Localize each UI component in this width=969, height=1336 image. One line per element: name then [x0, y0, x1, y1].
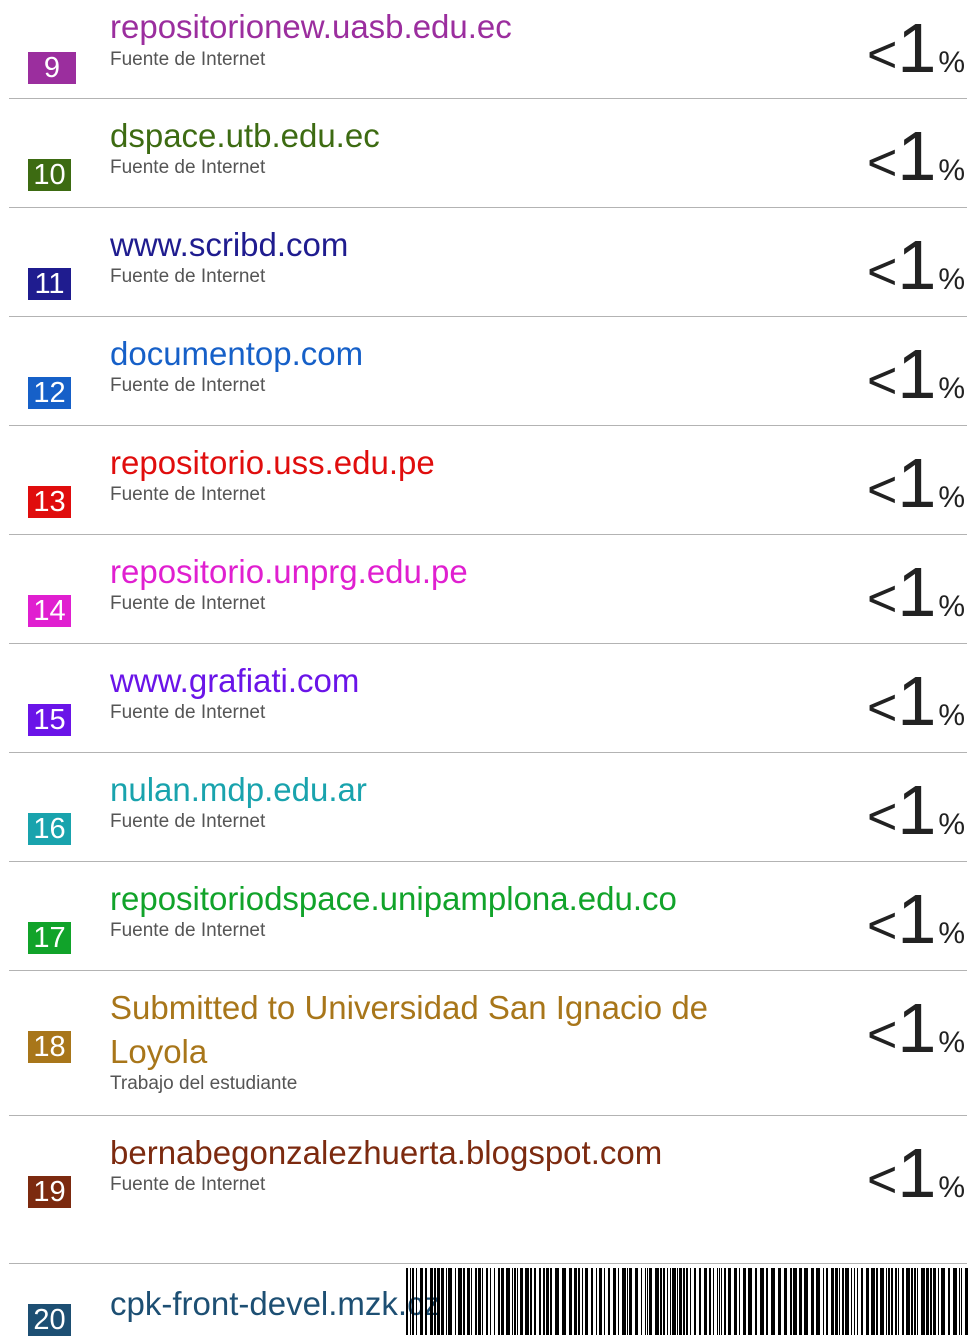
source-type: Fuente de Internet [110, 266, 266, 287]
less-than-sign: < [867, 788, 898, 846]
source-title[interactable]: nulan.mdp.edu.ar [110, 768, 367, 812]
source-number-badge: 13 [28, 486, 71, 518]
source-row: 17 repositoriodspace.unipamplona.edu.co Fu… [9, 862, 967, 971]
source-type: Fuente de Internet [110, 1174, 266, 1195]
percent-sign: % [938, 699, 965, 732]
source-number-badge: 18 [28, 1031, 71, 1063]
source-title[interactable]: www.scribd.com [110, 223, 348, 267]
source-number-badge: 19 [28, 1176, 71, 1208]
percentage-value: 1 [897, 335, 936, 413]
similarity-percentage: <1% [867, 1133, 965, 1213]
source-title[interactable]: repositorionew.uasb.edu.ec [110, 5, 512, 49]
similarity-percentage: <1% [867, 770, 965, 850]
percent-sign: % [938, 808, 965, 841]
less-than-sign: < [867, 352, 898, 410]
source-type: Fuente de Internet [110, 484, 266, 505]
percentage-value: 1 [897, 117, 936, 195]
source-row: 12 documentop.com Fuente de Internet <1% [9, 317, 967, 426]
percent-sign: % [938, 46, 965, 79]
source-number-badge: 10 [28, 159, 71, 191]
percentage-value: 1 [897, 989, 936, 1067]
source-number-badge: 11 [28, 268, 71, 300]
source-type: Fuente de Internet [110, 811, 266, 832]
similarity-percentage: <1% [867, 8, 965, 88]
source-row: 11 www.scribd.com Fuente de Internet <1% [9, 208, 967, 317]
source-type: Fuente de Internet [110, 702, 266, 723]
source-row: 16 nulan.mdp.edu.ar Fuente de Internet <1% [9, 753, 967, 862]
similarity-percentage: <1% [867, 116, 965, 196]
source-title[interactable]: documentop.com [110, 332, 363, 376]
less-than-sign: < [867, 679, 898, 737]
source-type: Fuente de Internet [110, 920, 266, 941]
percentage-value: 1 [897, 226, 936, 304]
source-type: Fuente de Internet [110, 49, 266, 70]
percent-sign: % [938, 481, 965, 514]
percent-sign: % [938, 154, 965, 187]
less-than-sign: < [867, 1151, 898, 1209]
source-title[interactable]: bernabegonzalezhuerta.blogspot.com [110, 1131, 662, 1175]
source-row: 19 bernabegonzalezhuerta.blogspot.com Fuen… [9, 1116, 967, 1264]
percentage-value: 1 [897, 1134, 936, 1212]
percent-sign: % [938, 590, 965, 623]
barcode-image [406, 1268, 968, 1335]
source-row: 9 repositorionew.uasb.edu.ec Fuente de Int… [9, 0, 967, 99]
percentage-value: 1 [897, 662, 936, 740]
percentage-value: 1 [897, 771, 936, 849]
similarity-percentage: <1% [867, 443, 965, 523]
source-title[interactable]: repositorio.uss.edu.pe [110, 441, 435, 485]
less-than-sign: < [867, 461, 898, 519]
similarity-percentage: <1% [867, 879, 965, 959]
source-title[interactable]: cpk-front-devel.mzk.cz [110, 1282, 440, 1326]
similarity-percentage: <1% [867, 552, 965, 632]
similarity-percentage: <1% [867, 661, 965, 741]
source-title[interactable]: repositorio.unprg.edu.pe [110, 550, 468, 594]
percent-sign: % [938, 263, 965, 296]
less-than-sign: < [867, 570, 898, 628]
percent-sign: % [938, 1171, 965, 1204]
source-title[interactable]: www.grafiati.com [110, 659, 359, 703]
less-than-sign: < [867, 897, 898, 955]
percent-sign: % [938, 1026, 965, 1059]
percentage-value: 1 [897, 553, 936, 631]
source-row: 18 Submitted to Universidad San Ignacio d… [9, 971, 967, 1116]
less-than-sign: < [867, 26, 898, 84]
source-number-badge: 16 [28, 813, 71, 845]
source-title[interactable]: dspace.utb.edu.ec [110, 114, 380, 158]
less-than-sign: < [867, 134, 898, 192]
source-number-badge: 20 [28, 1304, 71, 1336]
percentage-value: 1 [897, 880, 936, 958]
similarity-percentage: <1% [867, 225, 965, 305]
source-number-badge: 12 [28, 377, 71, 409]
source-row: 15 www.grafiati.com Fuente de Internet <1% [9, 644, 967, 753]
percent-sign: % [938, 372, 965, 405]
similarity-percentage: <1% [867, 988, 965, 1068]
less-than-sign: < [867, 243, 898, 301]
source-type: Fuente de Internet [110, 593, 266, 614]
source-row: 14 repositorio.unprg.edu.pe Fuente de Inte… [9, 535, 967, 644]
source-type: Fuente de Internet [110, 157, 266, 178]
source-number-badge: 17 [28, 922, 71, 954]
source-number-badge: 15 [28, 704, 71, 736]
percentage-value: 1 [897, 9, 936, 87]
less-than-sign: < [867, 1006, 898, 1064]
source-type: Trabajo del estudiante [110, 1073, 298, 1094]
percentage-value: 1 [897, 444, 936, 522]
source-row: 13 repositorio.uss.edu.pe Fuente de Intern… [9, 426, 967, 535]
source-number-badge: 14 [28, 595, 71, 627]
percent-sign: % [938, 917, 965, 950]
source-type: Fuente de Internet [110, 375, 266, 396]
source-row: 10 dspace.utb.edu.ec Fuente de Internet <1% [9, 99, 967, 208]
similarity-percentage: <1% [867, 334, 965, 414]
source-number-badge: 9 [28, 52, 76, 84]
source-title[interactable]: Submitted to Universidad San Ignacio de … [110, 986, 770, 1074]
source-title[interactable]: repositoriodspace.unipamplona.edu.co [110, 877, 677, 921]
